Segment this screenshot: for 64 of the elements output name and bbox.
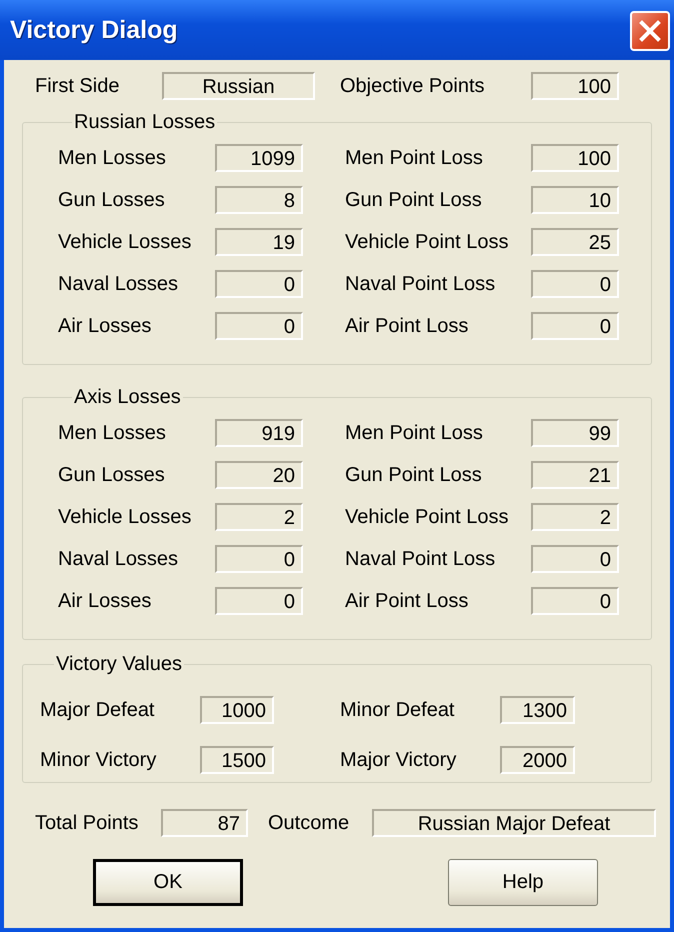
value-field: 87 bbox=[161, 809, 248, 837]
dialog-button[interactable]: OK bbox=[93, 859, 243, 906]
field-label: Air Point Loss bbox=[345, 314, 468, 338]
value-field: 0 bbox=[215, 312, 303, 340]
dialog-button[interactable]: Help bbox=[448, 859, 598, 906]
field-label: Gun Point Loss bbox=[345, 188, 482, 212]
field-label: First Side bbox=[35, 74, 120, 98]
value-field: 919 bbox=[215, 419, 303, 447]
window-title: Victory Dialog bbox=[10, 16, 178, 44]
field-label: Naval Losses bbox=[58, 548, 178, 570]
field-label: Men Point Loss bbox=[345, 146, 483, 170]
field-label: Air Losses bbox=[58, 590, 152, 612]
value-field: 1099 bbox=[215, 144, 303, 172]
value-field: 2 bbox=[215, 503, 303, 531]
value-field: 19 bbox=[215, 228, 303, 256]
field-label: Air Point Loss bbox=[345, 590, 468, 612]
field-label: Men Losses bbox=[58, 422, 166, 444]
value-field: 2 bbox=[531, 503, 619, 531]
value-field: 0 bbox=[531, 545, 619, 573]
field-label: Minor Defeat bbox=[340, 698, 454, 722]
field-label: Naval Point Loss bbox=[345, 548, 496, 570]
field-label: Vehicle Losses bbox=[58, 506, 192, 528]
value-field: 0 bbox=[215, 587, 303, 615]
field-label: Gun Losses bbox=[58, 188, 165, 212]
value-field: 0 bbox=[215, 270, 303, 298]
field-label: Major Defeat bbox=[40, 698, 154, 722]
field-label: Major Victory bbox=[340, 748, 456, 772]
value-field: 1300 bbox=[500, 696, 575, 724]
value-field: 20 bbox=[215, 461, 303, 489]
value-field: Russian bbox=[162, 72, 315, 100]
value-field: Russian Major Defeat bbox=[372, 809, 656, 837]
value-field: 21 bbox=[531, 461, 619, 489]
value-field: 99 bbox=[531, 419, 619, 447]
value-field: 100 bbox=[531, 72, 619, 100]
field-label: Gun Point Loss bbox=[345, 464, 482, 486]
value-field: 100 bbox=[531, 144, 619, 172]
close-icon bbox=[639, 20, 661, 42]
value-field: 1500 bbox=[200, 746, 274, 774]
value-field: 10 bbox=[531, 186, 619, 214]
field-label: Minor Victory bbox=[40, 748, 156, 772]
field-label: Air Losses bbox=[58, 314, 152, 338]
field-label: Naval Point Loss bbox=[345, 272, 496, 296]
value-field: 1000 bbox=[200, 696, 274, 724]
group-title: Russian Losses bbox=[73, 110, 216, 134]
field-label: Men Losses bbox=[58, 146, 166, 170]
value-field: 8 bbox=[215, 186, 303, 214]
value-field: 25 bbox=[531, 228, 619, 256]
value-field: 0 bbox=[531, 587, 619, 615]
value-field: 0 bbox=[531, 270, 619, 298]
field-label: Men Point Loss bbox=[345, 422, 483, 444]
group-title: Axis Losses bbox=[73, 385, 182, 409]
close-button[interactable] bbox=[630, 11, 670, 51]
field-label: Naval Losses bbox=[58, 272, 178, 296]
field-label: Objective Points bbox=[340, 74, 485, 98]
field-label: Vehicle Point Loss bbox=[345, 230, 508, 254]
field-label: Vehicle Point Loss bbox=[345, 506, 508, 528]
value-field: 0 bbox=[215, 545, 303, 573]
field-label: Gun Losses bbox=[58, 464, 165, 486]
value-field: 2000 bbox=[500, 746, 575, 774]
field-label: Vehicle Losses bbox=[58, 230, 192, 254]
field-label: Total Points bbox=[35, 812, 138, 834]
group-title: Victory Values bbox=[55, 652, 183, 676]
value-field: 0 bbox=[531, 312, 619, 340]
field-label: Outcome bbox=[268, 812, 350, 834]
